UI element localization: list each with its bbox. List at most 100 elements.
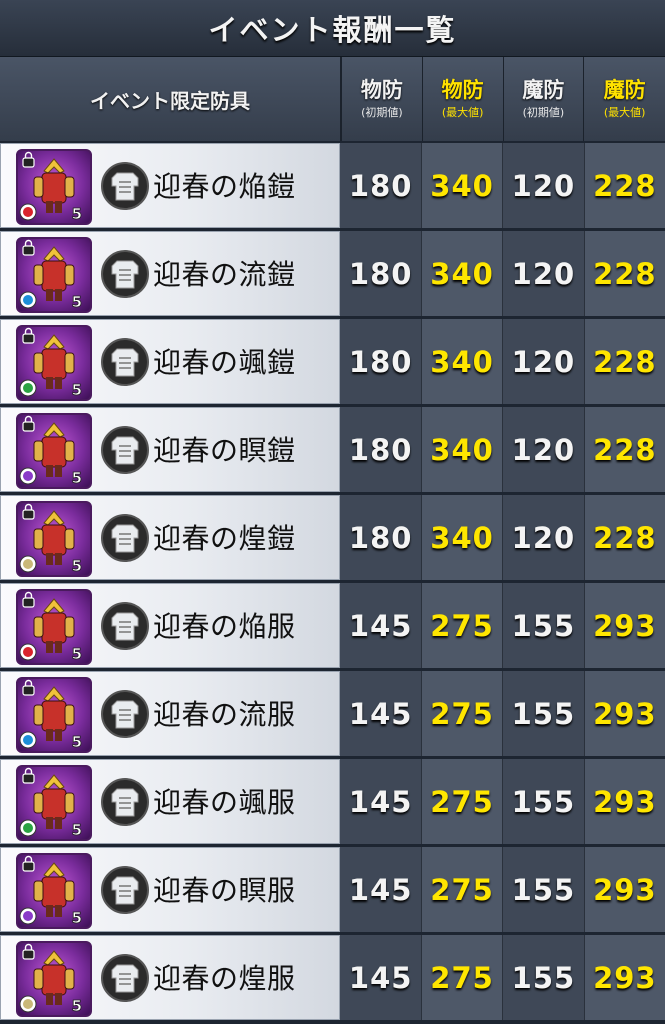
- lock-icon: [22, 327, 35, 344]
- lock-icon: [22, 855, 35, 872]
- item-name-cell: 5 迎春の煌鎧: [0, 495, 341, 580]
- water-icon: [19, 731, 37, 749]
- armor-thumbnail[interactable]: 5: [16, 325, 92, 401]
- pdef-max-value: 275: [420, 671, 503, 756]
- pdef-base-value: 180: [340, 231, 421, 316]
- item-row[interactable]: 5 迎春の煌服 145 275 155 293: [0, 935, 665, 1020]
- item-name: 迎春の瞑服: [153, 874, 296, 907]
- mdef-max-value: 228: [583, 495, 665, 580]
- item-list: 5 迎春の焔鎧 180 340 120 228 5 迎春の流鎧 180 340 …: [0, 143, 665, 1023]
- header-name-label: イベント限定防具: [90, 88, 250, 113]
- rarity-label: 5: [72, 645, 82, 663]
- header-main-label: 魔防: [522, 78, 565, 102]
- lock-icon: [22, 415, 35, 432]
- fire-icon: [19, 643, 37, 661]
- mdef-max-value: 293: [583, 759, 665, 844]
- armor-thumbnail[interactable]: 5: [16, 941, 92, 1017]
- dark-icon: [19, 467, 37, 485]
- item-name-cell: 5 迎春の焔鎧: [0, 143, 341, 228]
- item-row[interactable]: 5 迎春の流鎧 180 340 120 228: [0, 231, 665, 316]
- item-name: 迎春の焔服: [153, 610, 296, 643]
- header-pdef-base: 物防 (初期値): [342, 57, 423, 141]
- armor-thumbnail[interactable]: 5: [16, 677, 92, 753]
- mdef-base-value: 120: [502, 319, 584, 404]
- mdef-base-value: 155: [502, 583, 584, 668]
- armor-figure-icon: [33, 158, 75, 213]
- dark-icon: [19, 907, 37, 925]
- mdef-base-value: 155: [502, 847, 584, 932]
- mdef-max-value: 228: [583, 231, 665, 316]
- header-pdef-max: 物防 (最大値): [422, 57, 504, 141]
- item-name: 迎春の煌鎧: [153, 522, 296, 555]
- item-name-cell: 5 迎春の颯鎧: [0, 319, 341, 404]
- header-sub-label: (最大値): [441, 106, 484, 119]
- lock-icon: [22, 943, 35, 960]
- armor-type-icon: [100, 865, 150, 915]
- lock-icon: [22, 503, 35, 520]
- armor-thumbnail[interactable]: 5: [16, 413, 92, 489]
- item-name: 迎春の煌服: [153, 962, 296, 995]
- light-icon: [19, 995, 37, 1013]
- item-row[interactable]: 5 迎春の颯服 145 275 155 293: [0, 759, 665, 844]
- mdef-max-value: 293: [583, 671, 665, 756]
- armor-type-icon: [100, 601, 150, 651]
- pdef-max-value: 340: [420, 231, 503, 316]
- item-row[interactable]: 5 迎春の焔鎧 180 340 120 228: [0, 143, 665, 228]
- rarity-label: 5: [72, 381, 82, 399]
- pdef-base-value: 180: [340, 143, 421, 228]
- item-row[interactable]: 5 迎春の瞑鎧 180 340 120 228: [0, 407, 665, 492]
- armor-type-icon: [100, 249, 150, 299]
- armor-type-icon: [100, 337, 150, 387]
- light-icon: [19, 555, 37, 573]
- armor-figure-icon: [33, 422, 75, 477]
- item-row[interactable]: 5 迎春の颯鎧 180 340 120 228: [0, 319, 665, 404]
- pdef-max-value: 275: [420, 583, 503, 668]
- armor-thumbnail[interactable]: 5: [16, 149, 92, 225]
- armor-figure-icon: [33, 246, 75, 301]
- rarity-label: 5: [72, 909, 82, 927]
- pdef-base-value: 180: [340, 495, 421, 580]
- item-row[interactable]: 5 迎春の流服 145 275 155 293: [0, 671, 665, 756]
- item-name: 迎春の流服: [153, 698, 296, 731]
- mdef-max-value: 293: [583, 847, 665, 932]
- armor-figure-icon: [33, 862, 75, 917]
- armor-thumbnail[interactable]: 5: [16, 853, 92, 929]
- rarity-label: 5: [72, 821, 82, 839]
- pdef-max-value: 340: [420, 319, 503, 404]
- pdef-base-value: 180: [340, 407, 421, 492]
- armor-type-icon: [100, 161, 150, 211]
- armor-thumbnail[interactable]: 5: [16, 501, 92, 577]
- header-name-cell: イベント限定防具: [0, 57, 342, 141]
- item-row[interactable]: 5 迎春の焔服 145 275 155 293: [0, 583, 665, 668]
- armor-thumbnail[interactable]: 5: [16, 765, 92, 841]
- water-icon: [19, 291, 37, 309]
- event-reward-page: イベント報酬一覧 イベント限定防具 物防 (初期値) 物防 (最大値) 魔防 (…: [0, 0, 665, 1024]
- armor-figure-icon: [33, 950, 75, 1005]
- armor-figure-icon: [33, 598, 75, 653]
- mdef-max-value: 293: [583, 583, 665, 668]
- lock-icon: [22, 679, 35, 696]
- item-row[interactable]: 5 迎春の煌鎧 180 340 120 228: [0, 495, 665, 580]
- header-sub-label: (初期値): [361, 106, 403, 119]
- mdef-base-value: 120: [502, 231, 584, 316]
- header-sub-label: (初期値): [522, 106, 565, 119]
- armor-type-icon: [100, 777, 150, 827]
- rarity-label: 5: [72, 469, 82, 487]
- item-name: 迎春の焔鎧: [153, 170, 296, 203]
- rarity-label: 5: [72, 205, 82, 223]
- header-mdef-max: 魔防 (最大値): [584, 57, 665, 141]
- mdef-base-value: 155: [502, 671, 584, 756]
- item-name: 迎春の颯服: [153, 786, 296, 819]
- armor-type-icon: [100, 513, 150, 563]
- item-row[interactable]: 5 迎春の瞑服 145 275 155 293: [0, 847, 665, 932]
- armor-thumbnail[interactable]: 5: [16, 589, 92, 665]
- pdef-max-value: 275: [420, 759, 503, 844]
- lock-icon: [22, 151, 35, 168]
- armor-thumbnail[interactable]: 5: [16, 237, 92, 313]
- mdef-max-value: 293: [583, 935, 665, 1020]
- wind-icon: [19, 379, 37, 397]
- pdef-max-value: 340: [420, 495, 503, 580]
- mdef-base-value: 120: [502, 495, 584, 580]
- item-name-cell: 5 迎春の流服: [0, 671, 341, 756]
- pdef-base-value: 145: [340, 847, 421, 932]
